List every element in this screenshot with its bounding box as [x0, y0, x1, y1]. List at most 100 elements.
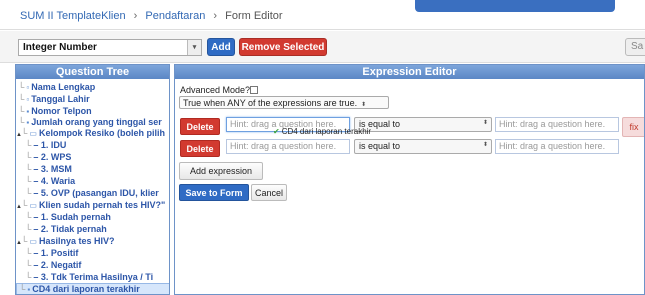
tree-connector: └ — [21, 200, 28, 210]
tree-item[interactable]: └ ▪ Nomor Telpon — [18, 106, 92, 117]
tree-item[interactable]: └ – 2. Negatif — [25, 260, 81, 271]
breadcrumb-template-link[interactable]: SUM II TemplateKlien — [20, 10, 126, 22]
question-icon: ▭ — [29, 237, 37, 246]
remove-selected-button[interactable]: Remove Selected — [239, 38, 327, 56]
tree-item[interactable]: ▲└ ▭ Klien sudah pernah tes HIV?" — [16, 200, 165, 211]
breadcrumb-registration-link[interactable]: Pendaftaran — [145, 10, 205, 22]
tree-item[interactable]: └ ▫ Nama Lengkap — [18, 82, 95, 93]
fix-button[interactable]: fix — [622, 117, 644, 137]
operator-value: is equal to — [359, 141, 401, 151]
tree-connector: └ — [25, 164, 32, 174]
breadcrumb-current: Form Editor — [225, 10, 283, 22]
tree-connector: └ — [25, 140, 32, 150]
advanced-mode-label: Advanced Mode? — [180, 85, 251, 95]
breadcrumb-separator: › — [213, 10, 218, 22]
tree-connector: └ — [25, 212, 32, 222]
tree-connector: └ — [21, 128, 28, 138]
tree-connector: └ — [18, 94, 25, 104]
drag-helper-label: CD4 dari laporan terakhir — [281, 127, 372, 136]
tree-item[interactable]: └ – 3. MSM — [25, 164, 72, 175]
tree-item[interactable]: └ – 2. Tidak pernah — [25, 224, 107, 235]
tree-item[interactable]: └ – 1. Sudah pernah — [25, 212, 111, 223]
tree-item-label: Nomor Telpon — [31, 106, 92, 116]
tree-item-label: – 2. WPS — [33, 152, 72, 162]
tree-item-label: – 1. Positif — [33, 248, 79, 258]
save-to-form-button[interactable]: Save to Form — [179, 184, 249, 201]
question-icon: ▭ — [29, 201, 37, 210]
tree-item-label: – 3. Tdk Terima Hasilnya / Ti — [33, 272, 154, 282]
question-icon: ▫ — [26, 95, 30, 104]
select-arrows-icon: ⬍ — [482, 120, 488, 126]
question-icon: ▫ — [26, 83, 30, 92]
right-operand-dropzone[interactable]: Hint: drag a question here. — [495, 139, 619, 154]
tree-item-label: – 3. MSM — [33, 164, 72, 174]
tree-connector: └ — [25, 260, 32, 270]
left-operand-dropzone[interactable]: Hint: drag a question here. — [226, 139, 350, 154]
tree-item[interactable]: └ – 4. Waria — [25, 176, 75, 187]
delete-expression-button[interactable]: Delete — [180, 118, 220, 135]
advanced-mode: Advanced Mode? — [180, 85, 259, 95]
tree-connector: └ — [25, 152, 32, 162]
tree-item-label: – 2. Negatif — [33, 260, 82, 270]
question-icon: ▪ — [26, 118, 30, 127]
tree-item[interactable]: └ – 5. OVP (pasangan IDU, klier — [25, 188, 159, 199]
match-mode-select[interactable]: True when ANY of the expressions are tru… — [179, 96, 389, 109]
tree-connector: └ — [25, 188, 32, 198]
tree-item-selected[interactable]: └ ▪ CD4 dari laporan terakhir — [16, 283, 169, 294]
tree-item[interactable]: └ – 2. WPS — [25, 152, 71, 163]
add-expression-button[interactable]: Add expression — [179, 162, 263, 180]
question-tree-title: Question Tree — [16, 65, 169, 79]
question-type-select[interactable]: Integer Number ▾ — [18, 39, 202, 56]
add-button[interactable]: Add — [207, 38, 235, 56]
save-button[interactable]: Sa — [625, 38, 645, 56]
breadcrumb: SUM II TemplateKlien › Pendaftaran › For… — [20, 10, 283, 22]
tree-connector: └ — [25, 224, 32, 234]
tree-item[interactable]: └ – 1. IDU — [25, 140, 66, 151]
question-type-value: Integer Number — [23, 42, 97, 53]
question-icon: ▪ — [27, 285, 31, 294]
checkmark-icon: ✔ — [273, 127, 280, 136]
delete-expression-button[interactable]: Delete — [180, 140, 220, 157]
tree-item-label: CD4 dari laporan terakhir — [32, 284, 140, 294]
tree-connector: └ — [21, 236, 28, 246]
tree-connector: └ — [25, 176, 32, 186]
tree-item-label: – 1. Sudah pernah — [33, 212, 111, 222]
match-mode-value: True when ANY of the expressions are tru… — [183, 98, 358, 108]
operator-select[interactable]: is equal to ⬍ — [354, 139, 492, 154]
tree-connector: └ — [18, 82, 25, 92]
tree-item[interactable]: └ – 1. Positif — [25, 248, 78, 259]
question-icon: ▪ — [26, 107, 30, 116]
tree-item[interactable]: ▲└ ▭ Hasilnya tes HIV? — [16, 236, 114, 247]
select-arrows-icon: ⬍ — [361, 102, 367, 108]
tree-item-label: Hasilnya tes HIV? — [38, 236, 115, 246]
operator-select[interactable]: is equal to ⬍ — [354, 117, 492, 132]
question-icon: ▭ — [29, 129, 37, 138]
cancel-button[interactable]: Cancel — [251, 184, 287, 201]
tree-connector: └ — [18, 117, 25, 127]
expression-editor-panel: Expression Editor Advanced Mode? True wh… — [174, 64, 645, 295]
tree-item-label: – 4. Waria — [33, 176, 76, 186]
tree-connector: └ — [18, 106, 25, 116]
top-bar: SUM II TemplateKlien › Pendaftaran › For… — [0, 0, 645, 30]
top-banner — [415, 0, 615, 12]
expression-editor-title: Expression Editor — [175, 65, 644, 79]
tree-item[interactable]: └ – 3. Tdk Terima Hasilnya / Ti — [25, 272, 153, 283]
tree-connector: └ — [19, 284, 26, 294]
tree-connector: └ — [25, 272, 32, 282]
drag-helper: ✔ CD4 dari laporan terakhir — [273, 127, 371, 136]
tree-item-label: Kelompok Resiko (boleh pilih — [38, 128, 165, 138]
right-operand-dropzone[interactable]: Hint: drag a question here. — [495, 117, 619, 132]
tree-item-label: Jumlah orang yang tinggal ser — [31, 117, 162, 127]
tree-item-label: – 1. IDU — [33, 140, 67, 150]
select-arrows-icon: ⬍ — [482, 142, 488, 148]
question-tree-panel: Question Tree └ ▫ Nama Lengkap └ ▫ Tanggal L… — [15, 64, 170, 295]
tree-item[interactable]: ▲└ ▭ Kelompok Resiko (boleh pilih — [16, 128, 165, 139]
tree-item[interactable]: └ ▪ Jumlah orang yang tinggal ser — [18, 117, 162, 128]
advanced-mode-checkbox[interactable] — [250, 86, 259, 94]
tree-item-label: – 5. OVP (pasangan IDU, klier — [33, 188, 159, 198]
tree-item[interactable]: └ ▫ Tanggal Lahir — [18, 94, 90, 105]
tree-item-label: Tanggal Lahir — [31, 94, 90, 104]
chevron-down-icon: ▾ — [187, 40, 201, 55]
tree-item-label: – 2. Tidak pernah — [33, 224, 107, 234]
breadcrumb-separator: › — [133, 10, 138, 22]
